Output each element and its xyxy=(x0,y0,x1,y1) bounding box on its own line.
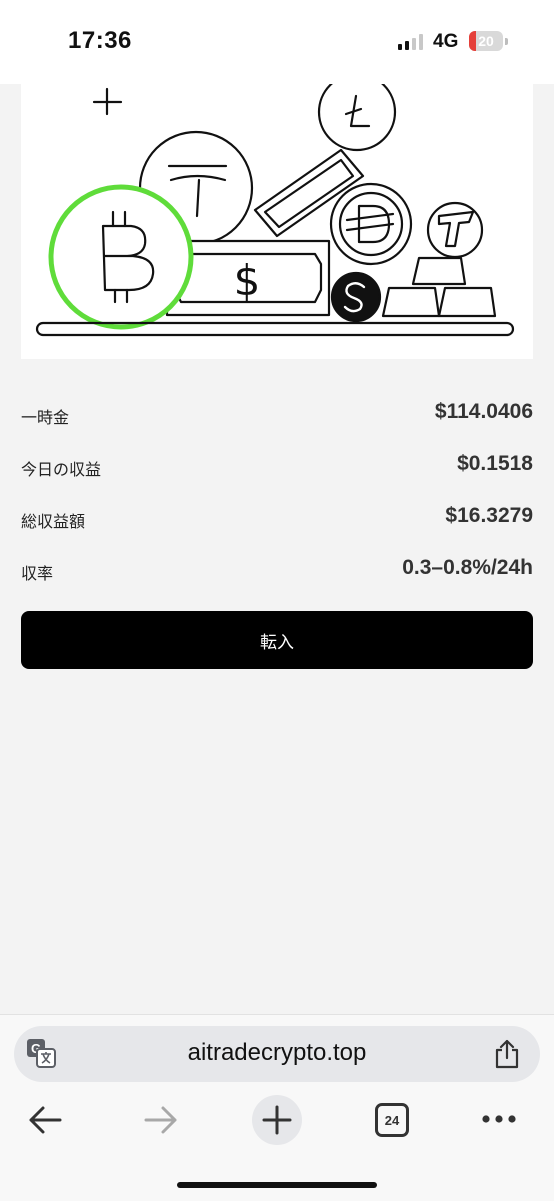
plus-sign-icon xyxy=(92,87,123,116)
back-arrow-icon[interactable] xyxy=(26,1104,64,1136)
signal-icon xyxy=(398,34,423,50)
battery-cap xyxy=(505,38,508,45)
url-text[interactable]: aitradecrypto.top xyxy=(0,1039,554,1067)
stat-row-total-earnings: 総収益額 $16.3279 xyxy=(21,504,533,534)
battery-percent: 20 xyxy=(478,33,494,49)
stat-row-today-earnings: 今日の収益 $0.1518 xyxy=(21,452,533,482)
home-indicator xyxy=(177,1182,377,1188)
tron-icon xyxy=(426,201,484,259)
stat-value: $114.0406 xyxy=(434,400,533,423)
tabs-button[interactable]: 24 xyxy=(375,1103,409,1137)
litecoin-icon xyxy=(317,84,397,152)
more-options-icon[interactable] xyxy=(481,1112,517,1126)
forward-arrow-icon[interactable] xyxy=(142,1104,180,1136)
share-icon[interactable] xyxy=(494,1039,520,1069)
dai-icon xyxy=(329,182,413,266)
stat-label: 収率 xyxy=(21,564,54,583)
gold-ingots-icon xyxy=(381,256,497,318)
new-tab-plus-icon[interactable] xyxy=(251,1094,303,1146)
stat-label: 一時金 xyxy=(21,408,70,427)
transfer-in-button[interactable]: 転入 xyxy=(21,611,533,669)
stat-label: 今日の収益 xyxy=(21,460,102,479)
crypto-illustration: $ xyxy=(35,84,515,337)
stat-value: $0.1518 xyxy=(457,452,533,475)
stat-value: 0.3–0.8%/24h xyxy=(402,556,533,579)
stat-label: 総収益額 xyxy=(21,512,86,531)
stat-row-deposit: 一時金 $114.0406 xyxy=(21,400,533,430)
sonic-coin-icon xyxy=(330,271,382,323)
svg-text:$: $ xyxy=(234,256,261,305)
tab-count: 24 xyxy=(384,1112,400,1128)
hero-illustration: $ xyxy=(21,84,533,359)
network-label: 4G xyxy=(433,31,459,52)
status-time: 17:36 xyxy=(68,27,132,54)
stat-value: $16.3279 xyxy=(445,504,533,527)
status-bar: 17:36 4G 20 xyxy=(0,0,554,84)
bitcoin-icon xyxy=(48,184,194,330)
stat-row-yield: 収率 0.3–0.8%/24h xyxy=(21,556,533,586)
battery-icon: 20 xyxy=(469,31,503,51)
